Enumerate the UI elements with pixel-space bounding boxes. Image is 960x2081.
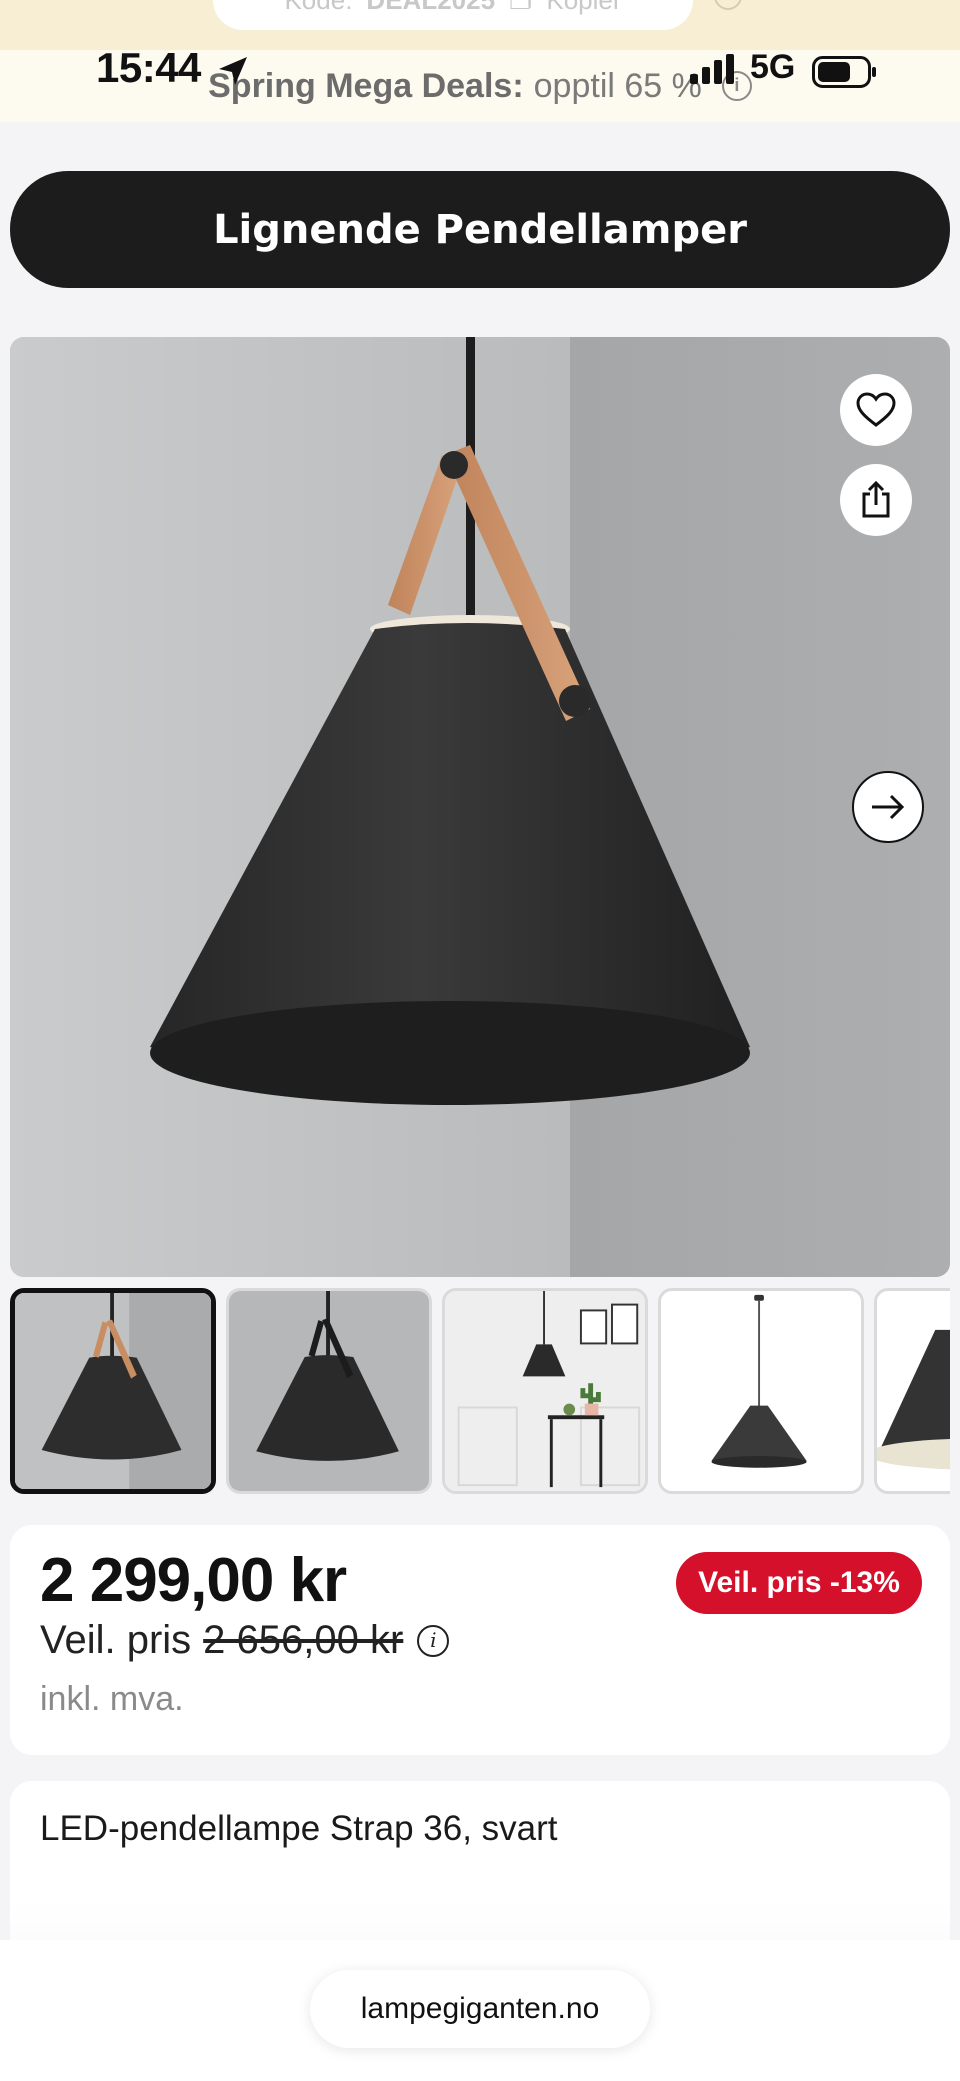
promo-code-label: Kode: (284, 0, 352, 16)
favorite-button[interactable] (840, 374, 912, 446)
current-price: 2 299,00 kr (40, 1546, 347, 1615)
vat-note: inkl. mva. (40, 1680, 184, 1718)
thumbnail-2[interactable] (226, 1288, 432, 1494)
arrow-right-icon (872, 794, 905, 820)
share-button[interactable] (840, 464, 912, 536)
deal-banner[interactable]: Spring Mega Deals: opptil 65 % i (0, 50, 960, 122)
thumbnail-product-white-bg-image (661, 1291, 861, 1491)
discount-badge: Veil. pris -13% (676, 1552, 922, 1614)
copy-icon: ❐ (509, 0, 532, 16)
close-icon[interactable] (714, 0, 742, 10)
promo-code-value: DEAL2025 (366, 0, 495, 16)
thumbnail-room-scene-image (445, 1291, 645, 1491)
rrp-value: 2 656,00 kr (203, 1618, 404, 1662)
recommended-price-line: Veil. pris 2 656,00 kr i (40, 1618, 450, 1663)
next-image-button[interactable] (852, 771, 924, 843)
product-title: LED-pendellampe Strap 36, svart (40, 1809, 558, 1848)
pendant-lamp-image (10, 337, 950, 1277)
thumbnail-1[interactable] (10, 1288, 216, 1494)
thumbnail-3[interactable] (442, 1288, 648, 1494)
thumbnail-lamp-black-strap-image (229, 1291, 429, 1491)
copy-code-button[interactable]: Kopier (546, 0, 621, 16)
product-main-image[interactable] (10, 337, 950, 1277)
deal-title: Spring Mega Deals: (208, 66, 524, 105)
browser-bottom-bar: lampegiganten.no (0, 1940, 960, 2081)
heart-icon (856, 392, 896, 427)
thumbnail-shade-closeup-image (877, 1291, 950, 1491)
promo-code-pill[interactable]: Kode: DEAL2025 ❐ Kopier (213, 0, 693, 30)
deal-text: opptil 65 % (533, 66, 702, 105)
info-icon[interactable]: i (721, 71, 752, 101)
similar-pendants-button[interactable]: Lignende Pendellamper (10, 171, 950, 288)
rrp-label: Veil. pris (40, 1618, 192, 1662)
thumbnail-lamp-strap-image (15, 1293, 211, 1489)
share-icon (862, 481, 890, 518)
promo-code-banner: Kode: DEAL2025 ❐ Kopier (0, 0, 960, 50)
thumbnail-strip[interactable] (10, 1288, 950, 1494)
thumbnail-4[interactable] (658, 1288, 864, 1494)
info-icon[interactable]: i (417, 1624, 450, 1657)
price-card: 2 299,00 kr Veil. pris 2 656,00 kr i ink… (10, 1525, 950, 1755)
url-bar[interactable]: lampegiganten.no (310, 1970, 650, 2048)
thumbnail-5[interactable] (874, 1288, 950, 1494)
